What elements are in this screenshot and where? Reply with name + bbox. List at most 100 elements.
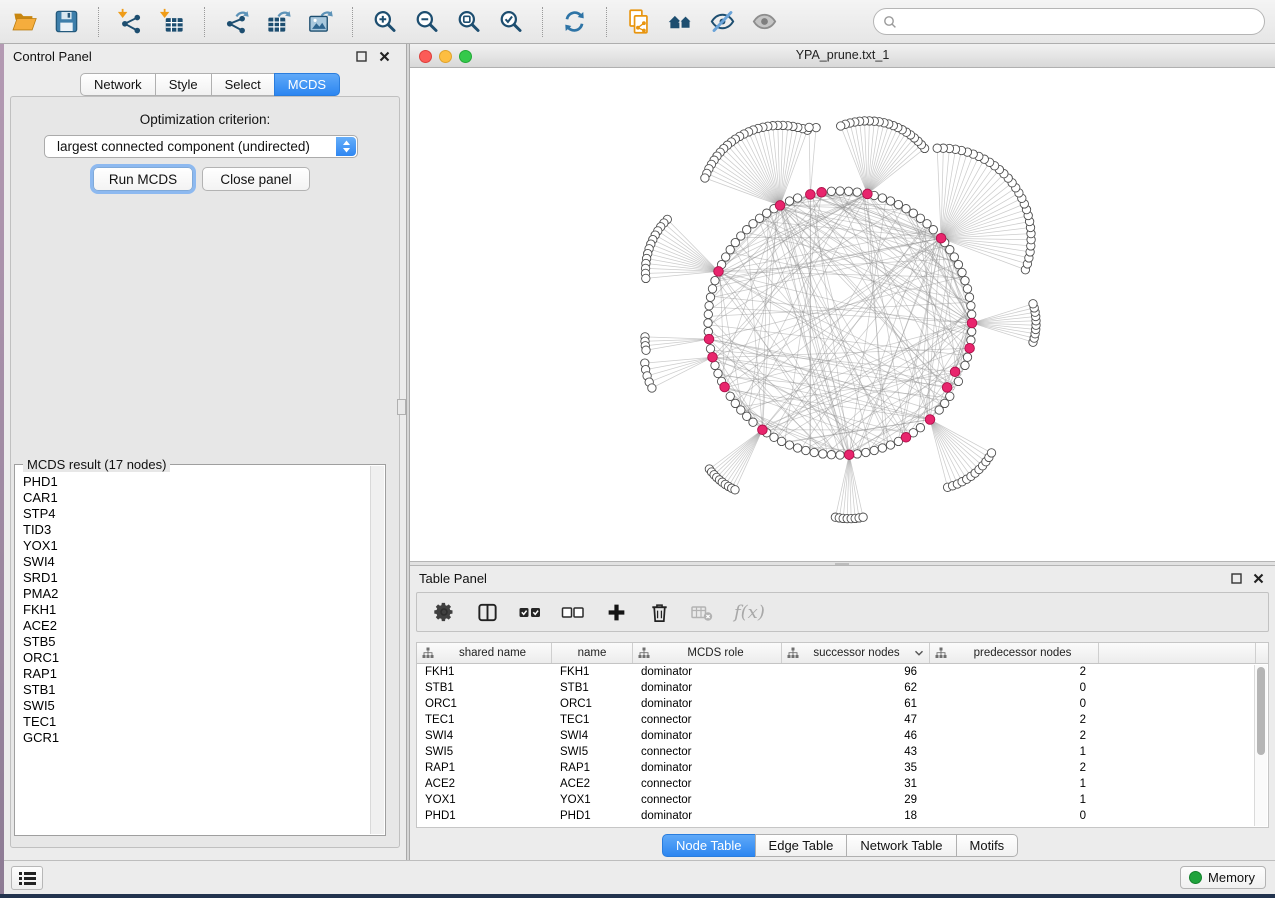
table-row[interactable]: RAP1RAP1dominator352 — [417, 760, 1254, 776]
network-node[interactable] — [878, 194, 886, 202]
table-row[interactable]: PHD1PHD1dominator180 — [417, 808, 1254, 824]
table-row[interactable]: SWI4SWI4dominator462 — [417, 728, 1254, 744]
network-node[interactable] — [954, 377, 962, 385]
show-view-button[interactable] — [748, 5, 781, 39]
table-settings-button[interactable] — [431, 598, 457, 626]
mcds-result-item[interactable]: STB5 — [23, 634, 370, 650]
network-dominator-node[interactable] — [925, 415, 935, 425]
tab-select[interactable]: Select — [211, 73, 275, 96]
network-node[interactable] — [827, 187, 835, 195]
network-node[interactable] — [1029, 300, 1037, 308]
mcds-result-item[interactable]: YOX1 — [23, 538, 370, 554]
table-scrollbar-thumb[interactable] — [1257, 667, 1265, 755]
close-panel-button[interactable]: Close panel — [202, 167, 310, 191]
zoom-in-button[interactable] — [368, 5, 401, 39]
network-node[interactable] — [837, 122, 845, 130]
zoom-out-button[interactable] — [410, 5, 443, 39]
network-from-document-button[interactable] — [622, 5, 655, 39]
network-node[interactable] — [954, 260, 962, 268]
hide-view-button[interactable] — [706, 5, 739, 39]
network-node[interactable] — [853, 188, 861, 196]
export-network-button[interactable] — [220, 5, 253, 39]
network-node[interactable] — [933, 144, 941, 152]
network-dominator-node[interactable] — [901, 433, 911, 443]
table-row[interactable]: SWI5SWI5connector431 — [417, 744, 1254, 760]
network-dominator-node[interactable] — [758, 425, 768, 435]
import-table-button[interactable] — [156, 5, 189, 39]
import-network-button[interactable] — [114, 5, 147, 39]
network-node[interactable] — [946, 392, 954, 400]
column-header-name[interactable]: name — [552, 643, 633, 663]
network-dominator-node[interactable] — [708, 352, 718, 362]
select-all-rows-button[interactable] — [517, 598, 543, 626]
close-panel-icon-button[interactable] — [377, 50, 391, 64]
export-table-button[interactable] — [262, 5, 295, 39]
mcds-result-item[interactable]: PMA2 — [23, 586, 370, 602]
zoom-selected-button[interactable] — [494, 5, 527, 39]
mcds-result-item[interactable]: STP4 — [23, 506, 370, 522]
network-node[interactable] — [886, 197, 894, 205]
network-node[interactable] — [705, 302, 713, 310]
search-box[interactable] — [873, 8, 1265, 35]
network-node[interactable] — [706, 345, 714, 353]
delete-column-button[interactable] — [646, 598, 672, 626]
network-node[interactable] — [894, 200, 902, 208]
network-node[interactable] — [958, 268, 966, 276]
mcds-result-item[interactable]: CAR1 — [23, 490, 370, 506]
table-row[interactable]: STB1STB1dominator620 — [417, 680, 1254, 696]
mcds-result-item[interactable]: SWI5 — [23, 698, 370, 714]
network-node[interactable] — [859, 513, 867, 521]
network-graph[interactable] — [410, 68, 1275, 561]
network-node[interactable] — [862, 448, 870, 456]
tab-motifs[interactable]: Motifs — [956, 834, 1019, 857]
column-header-predecessor-nodes[interactable]: predecessor nodes — [930, 643, 1099, 663]
network-node[interactable] — [844, 187, 852, 195]
memory-button[interactable]: Memory — [1180, 866, 1266, 889]
network-dominator-node[interactable] — [844, 450, 854, 460]
tab-node-table[interactable]: Node Table — [662, 834, 756, 857]
network-titlebar[interactable]: YPA_prune.txt_1 — [410, 44, 1275, 68]
network-node[interactable] — [819, 450, 827, 458]
network-dominator-node[interactable] — [775, 201, 785, 211]
deselect-all-rows-button[interactable] — [560, 598, 586, 626]
network-node[interactable] — [967, 302, 975, 310]
float-panel-button[interactable] — [354, 50, 368, 64]
network-node[interactable] — [941, 399, 949, 407]
mcds-result-item[interactable]: FKH1 — [23, 602, 370, 618]
table-row[interactable]: TEC1TEC1connector472 — [417, 712, 1254, 728]
network-node[interactable] — [648, 384, 656, 392]
network-node[interactable] — [770, 433, 778, 441]
mcds-result-item[interactable]: GCR1 — [23, 730, 370, 746]
network-node[interactable] — [731, 238, 739, 246]
show-columns-button[interactable] — [474, 598, 500, 626]
network-dominator-node[interactable] — [704, 334, 714, 344]
network-node[interactable] — [704, 310, 712, 318]
mcds-result-item[interactable]: RAP1 — [23, 666, 370, 682]
search-input[interactable] — [903, 14, 1264, 29]
network-node[interactable] — [810, 448, 818, 456]
network-node[interactable] — [902, 205, 910, 213]
network-dominator-node[interactable] — [936, 233, 946, 243]
column-header-shared-name[interactable]: shared name — [417, 643, 552, 663]
tab-edge-table[interactable]: Edge Table — [755, 834, 848, 857]
network-node[interactable] — [968, 327, 976, 335]
network-node[interactable] — [731, 486, 739, 494]
network-node[interactable] — [827, 451, 835, 459]
network-node[interactable] — [777, 437, 785, 445]
network-node[interactable] — [706, 293, 714, 301]
add-column-button[interactable] — [603, 598, 629, 626]
tab-style[interactable]: Style — [155, 73, 212, 96]
mcds-result-item[interactable]: ACE2 — [23, 618, 370, 634]
table-row[interactable]: ACE2ACE2connector311 — [417, 776, 1254, 792]
horizontal-splitter-grip[interactable] — [835, 563, 849, 565]
tab-network[interactable]: Network — [80, 73, 156, 96]
network-node[interactable] — [701, 174, 709, 182]
network-node[interactable] — [708, 285, 716, 293]
mcds-result-item[interactable]: PHD1 — [23, 474, 370, 490]
mcds-result-item[interactable]: STB1 — [23, 682, 370, 698]
export-image-button[interactable] — [304, 5, 337, 39]
network-node[interactable] — [793, 194, 801, 202]
save-session-button[interactable] — [50, 5, 83, 39]
network-dominator-node[interactable] — [817, 188, 827, 198]
network-node[interactable] — [946, 246, 954, 254]
